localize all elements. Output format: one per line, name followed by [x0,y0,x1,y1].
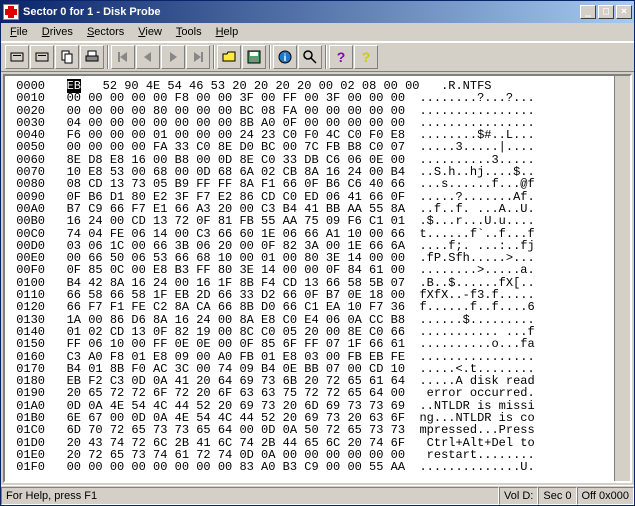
prev-sector-button[interactable] [136,45,160,69]
context-help-button[interactable]: ? [354,45,378,69]
minimize-button[interactable]: _ [580,5,596,19]
menu-tools[interactable]: Tools [169,24,209,40]
statusbar: For Help, press F1 Vol D: Sec 0 Off 0x00… [1,485,634,505]
menu-file[interactable]: File [3,24,35,40]
open-drive-button[interactable] [30,45,54,69]
maximize-button[interactable]: □ [598,5,614,19]
menubar: File Drives Sectors View Tools Help [1,23,634,42]
save-button[interactable] [242,45,266,69]
close-button[interactable]: × [616,5,632,19]
menu-help[interactable]: Help [209,24,246,40]
status-help: For Help, press F1 [1,487,499,505]
status-offset: Off 0x000 [577,487,635,505]
titlebar: Sector 0 for 1 - Disk Probe _ □ × [1,1,634,23]
vertical-scrollbar[interactable] [614,76,630,481]
hex-viewer[interactable]: 0000 EB 52 90 4E 54 46 53 20 20 20 20 00… [3,74,632,483]
menu-sectors[interactable]: Sectors [80,24,131,40]
info-button[interactable]: i [273,45,297,69]
toolbar: i ? ? [1,42,634,72]
first-sector-button[interactable] [111,45,135,69]
print-button[interactable] [80,45,104,69]
menu-view[interactable]: View [131,24,169,40]
menu-drives[interactable]: Drives [35,24,80,40]
next-sector-button[interactable] [161,45,185,69]
svg-text:i: i [284,53,287,64]
svg-text:?: ? [337,49,346,65]
open-volume-button[interactable] [5,45,29,69]
status-sector: Sec 0 [538,487,576,505]
status-volume: Vol D: [499,487,538,505]
app-icon [3,4,19,20]
window-title: Sector 0 for 1 - Disk Probe [23,6,580,18]
search-button[interactable] [298,45,322,69]
last-sector-button[interactable] [186,45,210,69]
copy-button[interactable] [55,45,79,69]
help-button[interactable]: ? [329,45,353,69]
svg-text:?: ? [362,49,371,65]
open-file-button[interactable] [217,45,241,69]
